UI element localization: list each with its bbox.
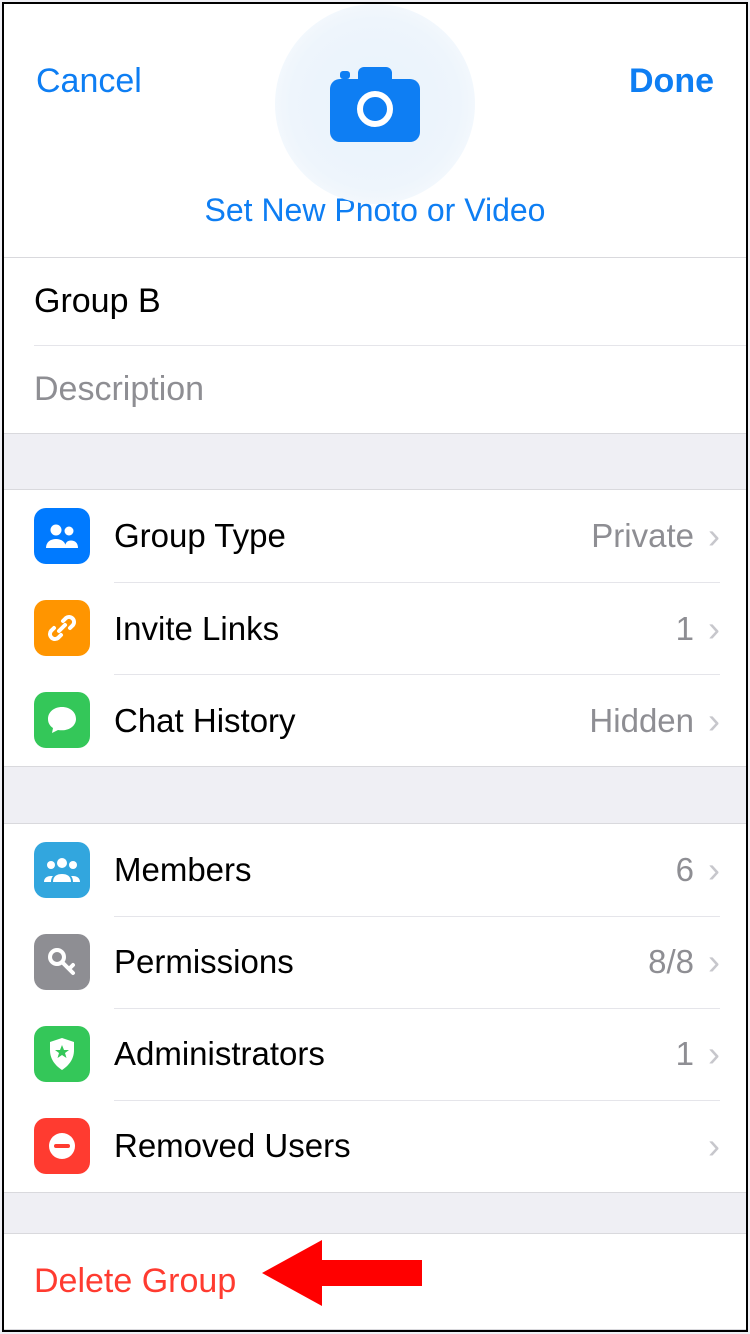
chat-bubble-icon [34,692,90,748]
removed-users-label: Removed Users [114,1127,694,1165]
cancel-button[interactable]: Cancel [36,62,142,101]
permissions-value: 8/8 [648,943,694,981]
annotation-arrow-icon [262,1228,422,1318]
permissions-label: Permissions [114,943,648,981]
link-icon [34,600,90,656]
members-label: Members [114,851,676,889]
name-description-section [4,257,746,434]
permissions-row[interactable]: Permissions 8/8 › [4,916,746,1008]
chevron-right-icon: › [708,515,720,557]
chat-history-label: Chat History [114,702,589,740]
group-photo-placeholder[interactable] [275,4,475,204]
group-description-input[interactable] [34,346,746,433]
removed-users-row[interactable]: Removed Users › [4,1100,746,1192]
chat-history-row[interactable]: Chat History Hidden › [4,674,746,766]
group-type-row[interactable]: Group Type Private › [4,490,746,582]
section-gap [4,767,746,822]
chevron-right-icon: › [708,1033,720,1075]
administrators-value: 1 [676,1035,694,1073]
camera-icon [330,67,420,142]
invite-links-row[interactable]: Invite Links 1 › [4,582,746,674]
group-type-value: Private [591,517,694,555]
header: Cancel Done Set New Photo or Video [4,4,746,257]
group-settings-section-1: Group Type Private › Invite Links 1 › Ch… [4,489,746,767]
shield-star-icon [34,1026,90,1082]
invite-links-label: Invite Links [114,610,676,648]
administrators-row[interactable]: Administrators 1 › [4,1008,746,1100]
minus-circle-icon [34,1118,90,1174]
section-gap [4,1193,746,1234]
invite-links-value: 1 [676,610,694,648]
key-icon [34,934,90,990]
delete-group-label: Delete Group [34,1262,236,1300]
delete-group-button[interactable]: Delete Group [4,1233,746,1330]
chevron-right-icon: › [708,849,720,891]
chevron-right-icon: › [708,1125,720,1167]
chevron-right-icon: › [708,941,720,983]
done-button[interactable]: Done [629,62,714,101]
chat-history-value: Hidden [589,702,694,740]
group-edit-screen: Cancel Done Set New Photo or Video [2,2,748,1332]
members-value: 6 [676,851,694,889]
administrators-label: Administrators [114,1035,676,1073]
people-icon [34,508,90,564]
members-icon [34,842,90,898]
group-name-input[interactable] [34,258,746,345]
group-type-label: Group Type [114,517,591,555]
group-settings-section-2: Members 6 › Permissions 8/8 › Administra… [4,823,746,1193]
chevron-right-icon: › [708,608,720,650]
chevron-right-icon: › [708,700,720,742]
section-gap [4,434,746,489]
members-row[interactable]: Members 6 › [4,824,746,916]
